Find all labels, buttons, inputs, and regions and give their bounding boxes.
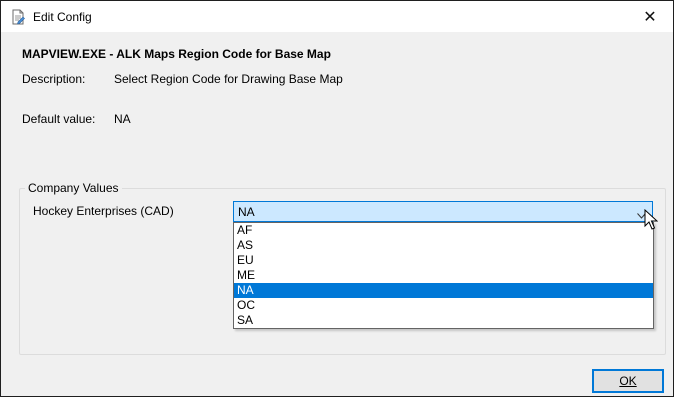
ok-button-label: OK: [619, 374, 637, 388]
description-value: Select Region Code for Drawing Base Map: [114, 72, 343, 86]
dropdown-option[interactable]: ME: [234, 268, 653, 283]
company-label: Hockey Enterprises (CAD): [33, 204, 174, 218]
dropdown-option[interactable]: SA: [234, 313, 653, 328]
region-code-options-list[interactable]: AF AS EU ME NA OC SA: [233, 222, 654, 329]
default-value-label: Default value:: [22, 112, 96, 126]
title-bar[interactable]: Edit Config ✕: [1, 1, 673, 32]
group-title: Company Values: [25, 181, 122, 195]
dropdown-option[interactable]: OC: [234, 298, 653, 313]
dialog-body: MAPVIEW.EXE - ALK Maps Region Code for B…: [1, 32, 673, 396]
dropdown-option[interactable]: AF: [234, 223, 653, 238]
document-edit-icon: [10, 9, 26, 25]
dropdown-selected-value: NA: [238, 205, 255, 219]
region-code-dropdown[interactable]: NA: [233, 201, 653, 222]
dropdown-option[interactable]: AS: [234, 238, 653, 253]
close-icon: ✕: [643, 8, 657, 26]
close-button[interactable]: ✕: [627, 1, 673, 32]
dropdown-option[interactable]: EU: [234, 253, 653, 268]
mouse-cursor-icon: [644, 209, 658, 230]
window-title: Edit Config: [33, 10, 92, 24]
description-label: Description:: [22, 72, 86, 86]
config-heading: MAPVIEW.EXE - ALK Maps Region Code for B…: [22, 47, 331, 61]
edit-config-dialog: Edit Config ✕ MAPVIEW.EXE - ALK Maps Reg…: [0, 0, 674, 397]
ok-button[interactable]: OK: [592, 369, 664, 393]
default-value: NA: [114, 112, 131, 126]
dropdown-option[interactable]: NA: [234, 283, 653, 298]
